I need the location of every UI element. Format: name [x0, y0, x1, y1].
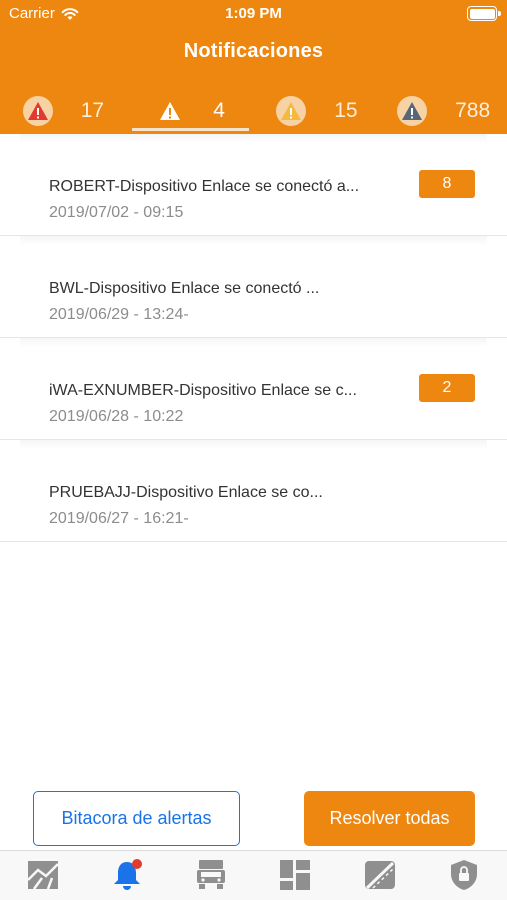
tab-warning-alerts[interactable]: 15 [254, 88, 381, 134]
notification-count-badge: 2 [419, 374, 475, 402]
notification-count-badge: 8 [419, 170, 475, 198]
header: Carrier 1:09 PM Notificaciones 17 4 15 7… [0, 0, 507, 134]
tabbar-item-dashboard[interactable] [277, 859, 313, 895]
warning-gray-icon [397, 96, 428, 126]
warning-red-icon [22, 96, 53, 126]
notification-title: PRUEBAJJ-Dispositivo Enlace se co... [49, 484, 323, 501]
notification-item[interactable]: iWA-EXNUMBER-Dispositivo Enlace se c... … [0, 338, 507, 440]
tabbar-item-notifications[interactable] [109, 857, 145, 898]
notification-title: BWL-Dispositivo Enlace se conectó ... [49, 280, 320, 297]
tabbar-item-map[interactable] [25, 859, 61, 895]
tab-count: 4 [213, 99, 225, 122]
tabbar-item-routes[interactable] [362, 859, 398, 895]
warning-yellow-icon [276, 96, 307, 126]
notifications-screen: Carrier 1:09 PM Notificaciones 17 4 15 7… [0, 0, 507, 900]
tab-active-alerts[interactable]: 4 [127, 88, 254, 134]
warning-white-icon [155, 96, 185, 126]
tab-count: 788 [455, 99, 491, 122]
route-icon [363, 858, 397, 897]
notification-list: ROBERT-Dispositivo Enlace se conectó a..… [0, 134, 507, 542]
notification-date: 2019/06/29 - 13:24- [49, 306, 189, 323]
tab-info-alerts[interactable]: 788 [380, 88, 507, 134]
status-bar: Carrier 1:09 PM [0, 0, 507, 28]
map-icon [26, 858, 60, 897]
tab-count: 15 [334, 99, 358, 122]
notification-date: 2019/06/27 - 16:21- [49, 510, 189, 527]
tabbar-item-security[interactable] [446, 859, 482, 895]
notification-item[interactable]: PRUEBAJJ-Dispositivo Enlace se co... 201… [0, 440, 507, 542]
tab-count: 17 [80, 99, 105, 122]
notification-date: 2019/07/02 - 09:15 [49, 204, 184, 221]
notification-item[interactable]: BWL-Dispositivo Enlace se conectó ... 20… [0, 236, 507, 338]
dashboard-icon [278, 858, 312, 897]
status-time: 1:09 PM [225, 5, 282, 22]
notification-title: ROBERT-Dispositivo Enlace se conectó a..… [49, 178, 360, 195]
bottom-tab-bar [0, 850, 507, 900]
notification-title: iWA-EXNUMBER-Dispositivo Enlace se c... [49, 382, 357, 399]
battery-icon [467, 6, 501, 21]
alert-filter-tabs: 17 4 15 788 [0, 88, 507, 134]
resolve-all-button[interactable]: Resolver todas [304, 791, 475, 846]
bell-icon [109, 857, 145, 898]
alert-log-button[interactable]: Bitacora de alertas [33, 791, 240, 846]
notification-date: 2019/06/28 - 10:22 [49, 408, 184, 425]
notification-item[interactable]: ROBERT-Dispositivo Enlace se conectó a..… [0, 134, 507, 236]
shield-lock-icon [448, 858, 480, 897]
truck-icon [194, 858, 228, 897]
page-title: Notificaciones [183, 40, 324, 62]
tabbar-item-vehicles[interactable] [193, 859, 229, 895]
tab-critical-alerts[interactable]: 17 [0, 88, 127, 134]
